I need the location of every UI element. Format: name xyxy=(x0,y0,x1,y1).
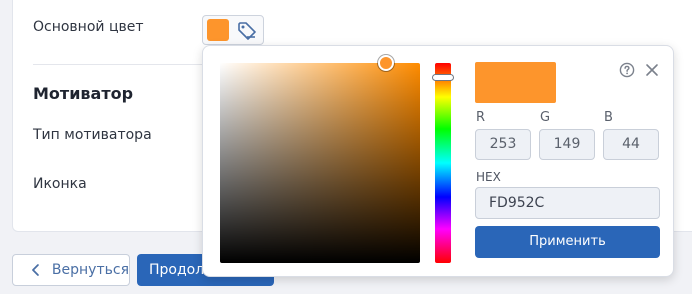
motivator-type-label: Тип мотиватора xyxy=(33,127,152,143)
hue-slider[interactable] xyxy=(435,63,451,263)
color-preview-swatch xyxy=(475,62,556,103)
g-channel-input[interactable]: 149 xyxy=(539,129,595,160)
main-color-label: Основной цвет xyxy=(33,19,144,35)
r-channel-label: R xyxy=(476,110,486,125)
g-channel-label: G xyxy=(540,110,551,125)
color-picker-popup: R G B 253 149 44 HEX FD952C Применить xyxy=(202,45,674,277)
saturation-value-handle[interactable] xyxy=(378,55,394,71)
b-channel-input[interactable]: 44 xyxy=(603,129,659,160)
color-picker-trigger[interactable] xyxy=(202,15,264,45)
apply-button-label: Применить xyxy=(529,234,606,249)
hex-label: HEX xyxy=(476,170,501,184)
tag-edit-icon[interactable] xyxy=(236,20,258,42)
apply-button[interactable]: Применить xyxy=(475,226,660,258)
close-icon[interactable] xyxy=(644,62,660,78)
current-color-swatch[interactable] xyxy=(207,19,229,41)
hue-slider-handle[interactable] xyxy=(432,74,454,81)
motivator-section-title: Мотиватор xyxy=(33,84,134,103)
back-button[interactable]: Вернуться xyxy=(12,254,130,286)
chevron-left-icon xyxy=(32,264,39,276)
hex-input[interactable]: FD952C xyxy=(475,187,660,219)
b-channel-label: B xyxy=(604,110,613,125)
help-circle-icon[interactable] xyxy=(619,62,635,78)
saturation-value-area[interactable] xyxy=(220,63,420,263)
icon-label: Иконка xyxy=(33,176,87,192)
r-channel-input[interactable]: 253 xyxy=(475,129,531,160)
back-button-label: Вернуться xyxy=(51,262,129,278)
